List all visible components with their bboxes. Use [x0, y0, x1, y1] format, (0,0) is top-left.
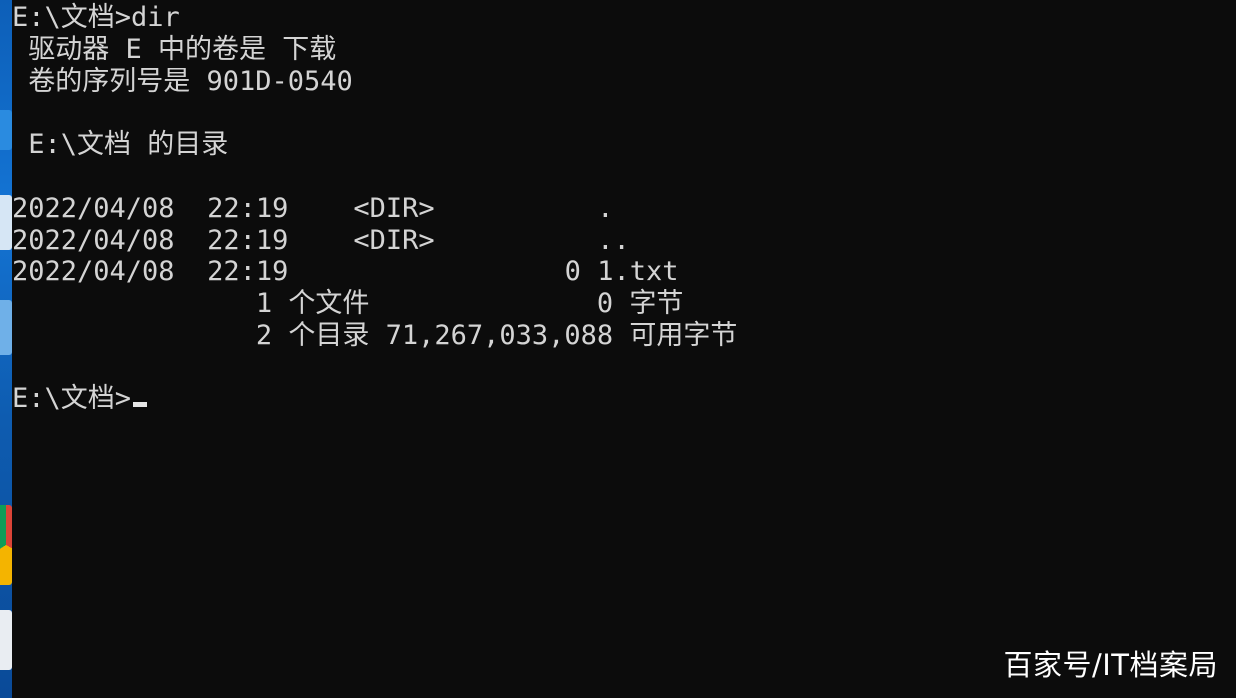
console-line-file-entry: 2022/04/08 22:19 0 1.txt — [12, 256, 679, 287]
console-line-dir-summary: 2 个目录 71,267,033,088 可用字节 — [12, 320, 738, 351]
console-line-file-summary: 1 个文件 0 字节 — [12, 288, 684, 319]
console-line-volume-label: 驱动器 E 中的卷是 下载 — [12, 34, 337, 65]
console-prompt-line[interactable]: E:\文档> — [12, 383, 148, 415]
screen: E:\文档>dir 驱动器 E 中的卷是 下载 卷的序列号是 901D-0540… — [0, 0, 1236, 698]
desktop-shortcut-icon[interactable] — [0, 610, 12, 670]
console-line-directory-header: E:\文档 的目录 — [12, 129, 229, 160]
desktop-shortcut-icon[interactable] — [0, 195, 12, 250]
console-line-dir-entry: 2022/04/08 22:19 <DIR> . — [12, 193, 614, 224]
console-line-dir-entry: 2022/04/08 22:19 <DIR> .. — [12, 225, 630, 256]
console-line-command: E:\文档>dir — [12, 2, 180, 33]
chrome-icon[interactable] — [0, 505, 12, 585]
desktop-shortcut-icon[interactable] — [0, 110, 12, 150]
command-prompt-window[interactable]: E:\文档>dir 驱动器 E 中的卷是 下载 卷的序列号是 901D-0540… — [12, 0, 1236, 698]
text-cursor — [133, 402, 148, 407]
desktop-background-strip — [0, 0, 12, 698]
console-line-serial-number: 卷的序列号是 901D-0540 — [12, 66, 353, 97]
console-prompt: E:\文档> — [12, 383, 132, 414]
desktop-shortcut-icon[interactable] — [0, 300, 12, 355]
watermark: 百家号/IT档案局 — [1003, 648, 1218, 682]
